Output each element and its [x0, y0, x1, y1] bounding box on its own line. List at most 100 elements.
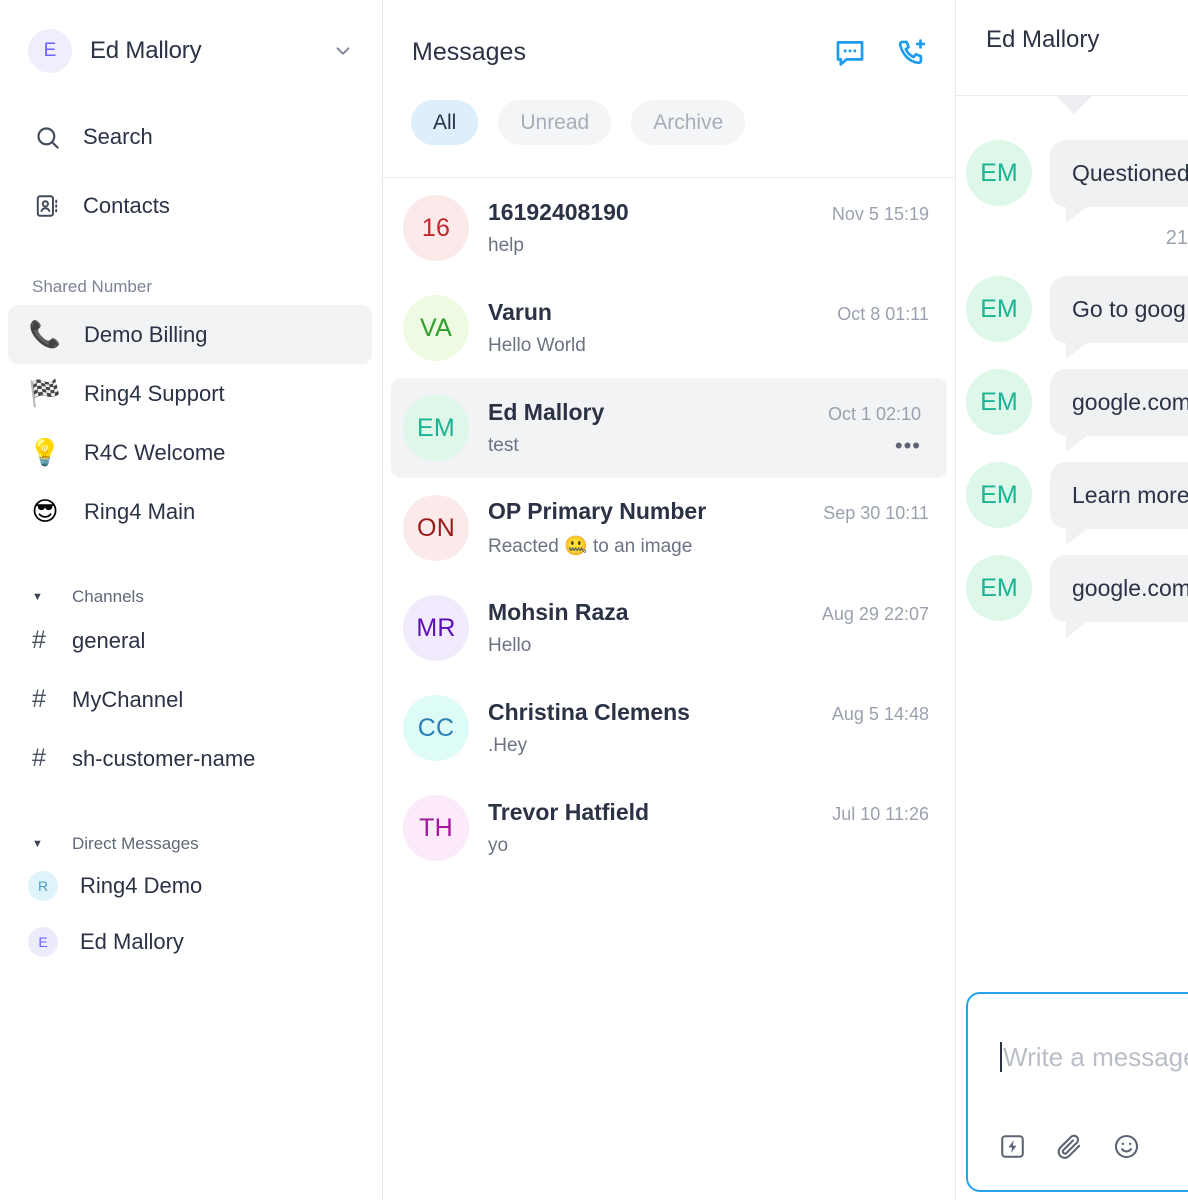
avatar: ON: [403, 495, 469, 561]
avatar: EM: [966, 462, 1032, 528]
caret-down-icon: ▼: [32, 837, 43, 850]
sidebar-item-label: Ring4 Support: [84, 380, 225, 406]
sidebar-item-label: R4C Welcome: [84, 439, 226, 465]
list-item-body: OP Primary Number Sep 30 10:11 Reacted 🤐…: [488, 498, 929, 558]
conversation-timestamp: Oct 1 02:10: [827, 404, 921, 424]
avatar: EM: [403, 395, 469, 461]
light-bulb-emoji-icon: 💡: [28, 437, 62, 468]
list-item[interactable]: MR Mohsin Raza Aug 29 22:07 Hello: [383, 578, 955, 678]
sidebar-item-mychannel[interactable]: # MyChannel: [0, 670, 382, 729]
conversation-more-icon[interactable]: •••: [895, 435, 921, 457]
avatar: MR: [403, 595, 469, 661]
avatar: 16: [403, 195, 469, 261]
sidebar-item-general[interactable]: # general: [0, 611, 382, 670]
direct-messages-group-header[interactable]: ▼ Direct Messages: [0, 834, 382, 854]
message-text: Learn more: [1050, 462, 1188, 529]
hash-icon: #: [32, 626, 46, 654]
list-item-body: Ed Mallory Oct 1 02:10 test •••: [488, 399, 921, 457]
list-item[interactable]: EM Ed Mallory Oct 1 02:10 test •••: [391, 378, 947, 478]
channels-group-label: Channels: [72, 587, 144, 606]
sidebar-item-label: MyChannel: [72, 686, 184, 712]
message-row: EM Learn more: [956, 462, 1188, 545]
conversation-list: 16 16192408190 Nov 5 15:19 help VA Varun: [383, 178, 955, 878]
thread-messages[interactable]: EM Questioned 21 EM Go to goog EM google…: [956, 96, 1188, 990]
sidebar-item-label: Ed Mallory: [80, 929, 184, 954]
shared-number-section-label: Shared Number: [32, 277, 153, 296]
list-item[interactable]: TH Trevor Hatfield Jul 10 11:26 yo: [383, 778, 955, 878]
search-icon: [32, 122, 62, 152]
sidebar-item-label: Ring4 Demo: [80, 873, 203, 898]
sunglasses-face-emoji-icon: 😎: [31, 496, 59, 527]
sidebar-item-label: Ring4 Main: [84, 498, 196, 524]
sidebar-item-search[interactable]: Search: [0, 110, 382, 164]
list-item-body: Varun Oct 8 01:11 Hello World: [488, 299, 929, 357]
quick-reply-icon[interactable]: [998, 1132, 1028, 1162]
messages-panel-actions: [833, 36, 929, 70]
conversation-timestamp: Nov 5 15:19: [831, 204, 929, 224]
conversation-preview: Reacted 🤐 to an image: [488, 536, 693, 557]
avatar: CC: [403, 695, 469, 761]
avatar: EM: [966, 369, 1032, 435]
tab-archive[interactable]: Archive: [631, 100, 746, 145]
conversation-name: Ed Mallory: [488, 399, 605, 425]
message-bubble-wrap: Questioned: [1050, 140, 1188, 223]
conversation-preview: help: [488, 235, 524, 256]
sidebar-item-label: Demo Billing: [84, 321, 208, 347]
sidebar-item-ring4-demo[interactable]: R Ring4 Demo: [0, 858, 382, 914]
bubble-tail-icon: [1066, 203, 1092, 223]
composer-toolbar: [998, 1132, 1142, 1162]
sidebar: E Ed Mallory Search Contacts Shared Numb…: [0, 0, 383, 1200]
tab-all[interactable]: All: [411, 100, 479, 145]
thread-title: Ed Mallory: [986, 26, 1100, 53]
thread-panel: Ed Mallory EM Questioned 21 EM Go to goo…: [956, 0, 1188, 1200]
list-item[interactable]: VA Varun Oct 8 01:11 Hello World: [383, 278, 955, 378]
conversation-name: Varun: [488, 299, 552, 325]
sidebar-item-ed-mallory[interactable]: E Ed Mallory: [0, 914, 382, 970]
new-message-icon[interactable]: [833, 36, 867, 70]
direct-messages-group-label: Direct Messages: [72, 834, 199, 853]
message-text: Go to goog: [1050, 276, 1188, 343]
attachment-icon[interactable]: [1055, 1132, 1085, 1162]
channels-group-header[interactable]: ▼ Channels: [0, 587, 382, 607]
list-item-body: Trevor Hatfield Jul 10 11:26 yo: [488, 799, 929, 857]
conversation-preview: yo: [488, 835, 509, 856]
message-input[interactable]: Write a message: [1000, 1042, 1188, 1073]
sidebar-item-contacts[interactable]: Contacts: [0, 179, 382, 233]
sidebar-item-label: Contacts: [83, 193, 170, 218]
checkered-flag-emoji-icon: 🏁: [28, 378, 62, 409]
message-row: EM Go to goog: [956, 276, 1188, 359]
message-input-placeholder: Write a message: [1003, 1042, 1188, 1072]
message-bubble-wrap: google.com: [1050, 555, 1188, 638]
list-item[interactable]: ON OP Primary Number Sep 30 10:11 Reacte…: [383, 478, 955, 578]
account-name: Ed Mallory: [90, 37, 202, 64]
conversation-preview: .Hey: [488, 735, 528, 756]
tab-unread[interactable]: Unread: [498, 100, 612, 145]
conversation-preview: test: [488, 435, 519, 456]
list-item[interactable]: 16 16192408190 Nov 5 15:19 help: [383, 178, 955, 278]
bubble-tail-icon: [1066, 525, 1092, 545]
contacts-book-icon: [32, 191, 62, 221]
list-item[interactable]: CC Christina Clemens Aug 5 14:48 .Hey: [383, 678, 955, 778]
conversation-timestamp: Sep 30 10:11: [823, 503, 929, 523]
account-switcher[interactable]: E Ed Mallory: [0, 20, 382, 82]
sidebar-item-demo-billing[interactable]: 📞 Demo Billing: [8, 305, 372, 364]
caret-down-icon: ▼: [32, 590, 43, 603]
message-row: EM google.com: [956, 369, 1188, 452]
conversation-name: OP Primary Number: [488, 498, 707, 524]
text-cursor: [1000, 1042, 1002, 1072]
sidebar-item-ring4-support[interactable]: 🏁 Ring4 Support: [0, 364, 382, 423]
conversation-name: Mohsin Raza: [488, 599, 629, 625]
avatar: EM: [966, 140, 1032, 206]
emoji-icon[interactable]: [1112, 1132, 1142, 1162]
sidebar-item-sh-customer-name[interactable]: # sh-customer-name: [0, 729, 382, 788]
message-bubble-wrap: google.com: [1050, 369, 1188, 452]
list-item-body: 16192408190 Nov 5 15:19 help: [488, 199, 929, 257]
messages-panel-header: Messages All Unread Archive: [383, 0, 955, 178]
message-composer[interactable]: Write a message: [966, 992, 1188, 1192]
sidebar-item-r4c-welcome[interactable]: 💡 R4C Welcome: [0, 423, 382, 482]
bubble-tail-icon: [1066, 618, 1092, 638]
chevron-down-icon[interactable]: [332, 40, 354, 62]
bubble-tail-icon: [1066, 432, 1092, 452]
sidebar-item-ring4-main[interactable]: 😎 Ring4 Main: [0, 482, 382, 541]
new-call-icon[interactable]: [895, 36, 929, 70]
